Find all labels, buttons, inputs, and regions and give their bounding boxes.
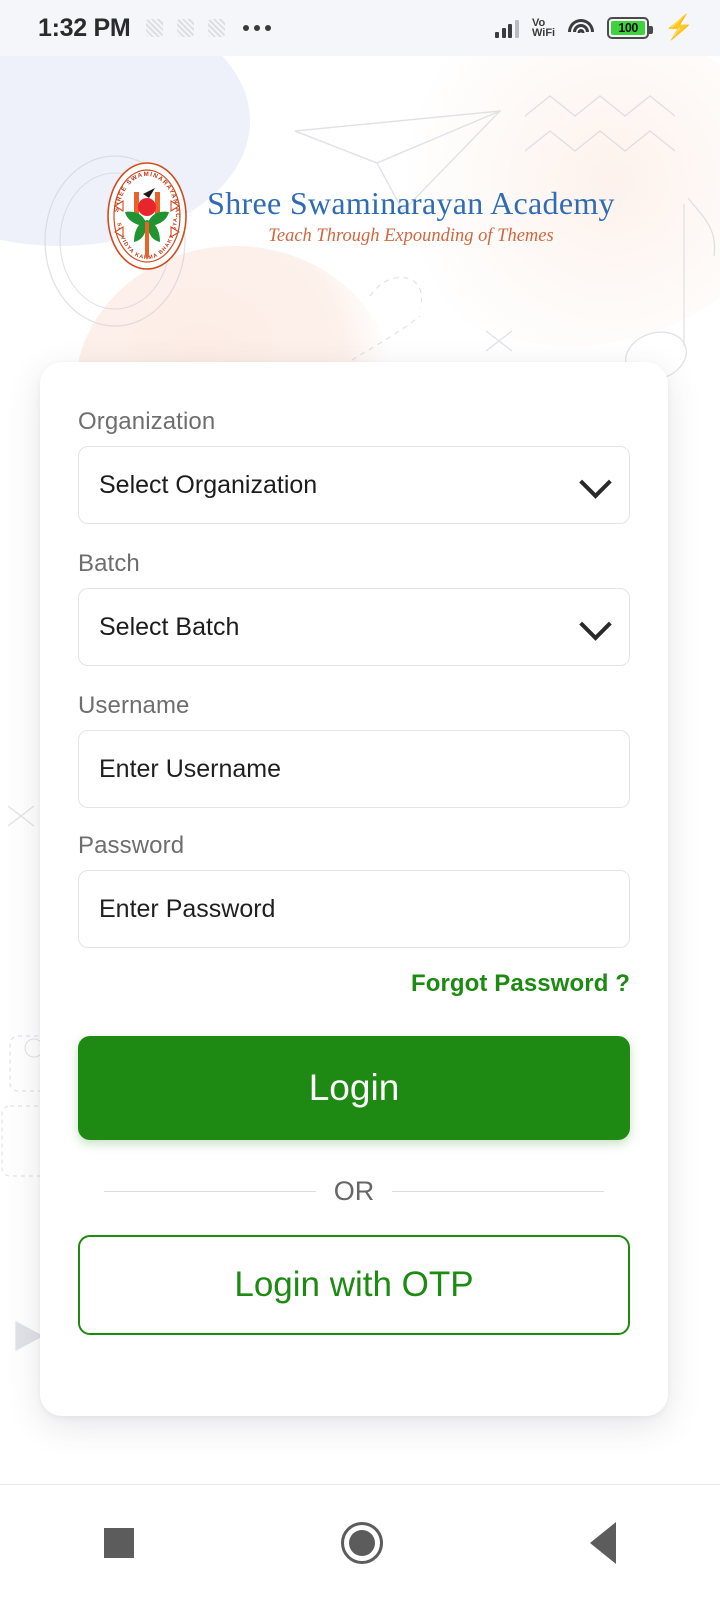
brand-header: SHREE SWAMINARAYAN ACADEMY SADVIDYA KARM…	[0, 146, 720, 286]
android-navigation-bar	[0, 1484, 720, 1600]
battery-level-label: 100	[618, 21, 638, 35]
username-input[interactable]: Enter Username	[78, 730, 630, 808]
academy-seal-logo: SHREE SWAMINARAYAN ACADEMY SADVIDYA KARM…	[102, 155, 189, 272]
login-button[interactable]: Login	[78, 1036, 630, 1140]
password-input[interactable]: Enter Password	[78, 870, 630, 948]
status-bar-right: Vo WiFi 100 ⚡	[495, 16, 694, 40]
batch-select[interactable]: Select Batch	[78, 588, 630, 666]
circle-home-icon[interactable]	[340, 1521, 383, 1564]
chevron-down-icon	[579, 466, 612, 499]
divider-label: OR	[333, 1176, 375, 1206]
notification-icon	[146, 19, 164, 37]
brand-text: Shree Swaminarayan Academy Teach Through…	[207, 185, 615, 247]
organization-label: Organization	[78, 408, 216, 435]
divider-line-left	[104, 1190, 316, 1193]
doodle-cross-icon	[7, 805, 35, 827]
notification-icon	[177, 19, 195, 37]
brand-title: Shree Swaminarayan Academy	[207, 185, 615, 221]
brand-tagline: Teach Through Expounding of Themes	[268, 226, 554, 246]
volte-line2: WiFi	[531, 27, 556, 39]
status-bar: 1:32 PM Vo WiFi 100 ⚡	[0, 0, 720, 56]
username-placeholder: Enter Username	[99, 754, 282, 783]
password-placeholder: Enter Password	[99, 894, 276, 923]
batch-selected-value: Select Batch	[99, 612, 240, 641]
organization-selected-value: Select Organization	[99, 470, 318, 499]
triangle-back-icon[interactable]	[590, 1521, 617, 1564]
status-bar-clock: 1:32 PM	[38, 13, 131, 42]
wifi-icon	[568, 18, 595, 38]
square-recents-icon[interactable]	[103, 1527, 134, 1558]
forgot-password-link[interactable]: Forgot Password ?	[78, 970, 630, 998]
volte-wifi-indicator: Vo WiFi	[531, 17, 556, 39]
login-with-otp-button[interactable]: Login with OTP	[78, 1235, 630, 1335]
lightning-bolt-icon: ⚡	[664, 14, 694, 41]
notification-icons	[146, 19, 226, 37]
doodle-cross-icon	[485, 330, 513, 352]
cellular-signal-icon	[495, 19, 519, 38]
organization-select[interactable]: Select Organization	[78, 446, 630, 524]
username-label: Username	[78, 692, 190, 719]
status-bar-left: 1:32 PM	[38, 13, 272, 43]
notification-icon	[208, 19, 226, 37]
more-horizontal-icon	[243, 25, 272, 31]
or-divider: OR	[78, 1176, 630, 1207]
password-label: Password	[78, 832, 185, 859]
divider-line-right	[392, 1190, 604, 1193]
battery-icon: 100	[607, 17, 654, 39]
batch-label: Batch	[78, 550, 140, 577]
app-content: SHREE SWAMINARAYAN ACADEMY SADVIDYA KARM…	[0, 56, 720, 1484]
login-card: Organization Select Organization Batch S…	[40, 362, 668, 1416]
chevron-down-icon	[579, 608, 612, 641]
